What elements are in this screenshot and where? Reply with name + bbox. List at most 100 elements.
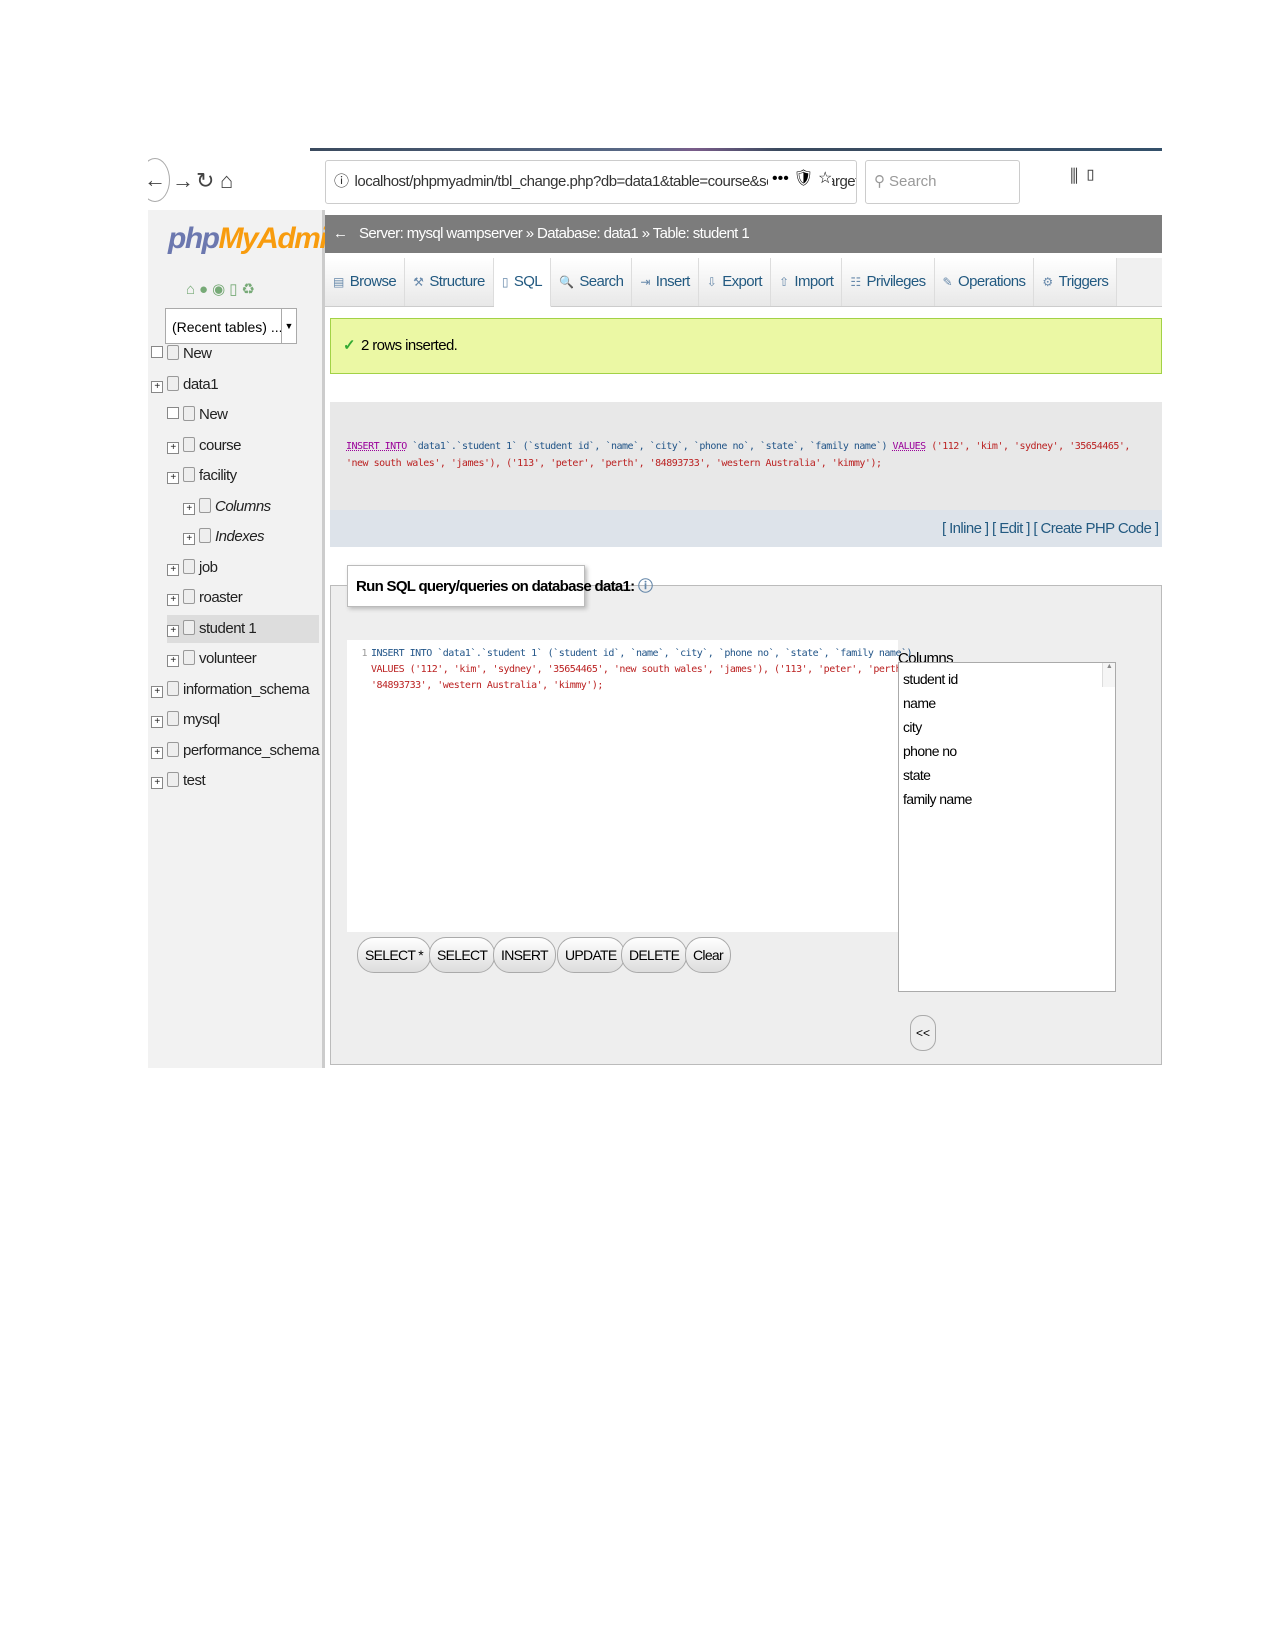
tree-item[interactable]: + course [167,432,319,460]
line-number: 1 [361,648,367,659]
tab-triggers[interactable]: ⚙ Triggers [1034,258,1118,306]
search-placeholder: Search [889,173,937,190]
expand-icon[interactable]: + [183,533,195,545]
expand-icon[interactable]: + [151,746,163,759]
expand-icon[interactable]: + [167,472,179,484]
tree-item[interactable]: New [167,401,319,429]
tree-item[interactable]: + roaster [167,584,319,612]
tab-search[interactable]: 🔍 Search [551,258,633,306]
tab-insert[interactable]: ⇥ Insert [632,258,699,306]
sidebar: phpMyAdmin ⌂●◉▯♻ (Recent tables) ... ▼ Ne… [148,210,344,1068]
help-icon[interactable]: ⓘ [638,578,653,595]
query-button-delete[interactable]: DELETE [621,937,688,973]
back-button[interactable]: ← [148,158,170,202]
search-icon: ⚲ [874,173,885,190]
breadcrumb-database[interactable]: Database: data1 [537,225,639,242]
query-legend: Run SQL query/queries on database data1:… [347,565,653,607]
code-text: INSERT INTO `data1`.`student 1` (`studen… [371,648,913,659]
tree-item[interactable]: + Indexes [183,523,319,551]
tree-item[interactable]: + information_schema [151,676,319,704]
tree-item[interactable]: + facility [167,462,319,490]
sidebar-icons[interactable]: ⌂●◉▯♻ [186,280,259,298]
tree-item[interactable]: + job [167,554,319,582]
query-button-clear[interactable]: Clear [685,937,731,973]
tree-item[interactable]: + volunteer [167,645,319,673]
tab-privileges[interactable]: ☷ Privileges [842,258,935,306]
query-button-select[interactable]: SELECT [429,937,496,973]
tree-item[interactable]: + mysql [151,706,319,734]
tree-item[interactable]: + data1 [151,371,319,399]
tab-sql[interactable]: ▯ SQL [493,258,552,307]
expand-icon[interactable]: + [151,716,163,728]
tab-label: Import [794,273,834,290]
expand-icon[interactable]: + [167,624,179,637]
table-icon [183,589,195,604]
tree-label: data1 [183,375,219,393]
expand-icon[interactable] [167,407,179,419]
tree-label: facility [199,467,237,484]
tab-icon: ▤ [333,275,344,289]
library-icon[interactable]: ⫼ ▯ [1070,166,1098,187]
inline-link[interactable]: Inline [949,520,982,537]
recent-tables-select[interactable]: (Recent tables) ... ▼ [165,308,297,344]
column-option[interactable]: state [903,767,1111,791]
expand-icon[interactable]: + [183,502,195,515]
collapse-columns-button[interactable]: << [910,1015,936,1051]
tab-icon: ☷ [850,275,861,289]
tree-item[interactable]: + performance_schema [151,737,320,765]
tree-label: mysql [183,711,220,728]
tab-label: Search [579,273,624,290]
tab-operations[interactable]: ✎ Operations [934,258,1035,306]
tab-browse[interactable]: ▤ Browse [325,258,406,306]
tab-structure[interactable]: ⚒ Structure [405,258,494,306]
database-icon [167,772,179,787]
success-text: 2 rows inserted. [360,337,458,354]
forward-button[interactable]: → [172,168,194,194]
tree-item[interactable]: + student 1 [167,614,319,643]
column-option[interactable]: name [903,695,1111,719]
code-line: VALUES ('112', 'kim', 'sydney', '3565446… [347,662,913,678]
breadcrumb-server[interactable]: Server: mysql wampserver [359,225,523,242]
database-icon [167,711,179,726]
star-icon[interactable]: ☆ [818,170,832,187]
expand-icon[interactable]: + [167,594,179,606]
tree-item[interactable]: + test [151,767,319,795]
columns-list[interactable]: ▲ student id name city phone no state family n… [898,662,1116,992]
tab-label: Browse [349,273,397,290]
collapse-arrow-icon[interactable]: ← [333,225,348,242]
expand-icon[interactable] [151,346,163,358]
tree-item[interactable]: + Columns [183,493,319,521]
expand-icon[interactable]: + [151,685,163,698]
pocket-icon[interactable]: 🛡 [793,170,813,187]
column-option[interactable]: family name [903,791,1111,815]
home-button[interactable]: ⌂ [220,168,233,194]
phpmyadmin-logo[interactable]: phpMyAdmin [168,222,344,256]
reload-button[interactable]: ↻ [196,168,214,194]
tab-export[interactable]: ⇩ Export [698,258,771,306]
expand-icon[interactable]: + [167,441,179,454]
column-option[interactable]: student id [903,671,1111,695]
edit-link[interactable]: Edit [999,520,1023,537]
tree-label: Columns [215,497,271,515]
expand-icon[interactable]: + [151,777,163,789]
tree-label: job [199,558,218,576]
expand-icon[interactable]: + [151,380,163,393]
sql-editor[interactable]: 1 INSERT INTO `data1`.`student 1` (`stude… [347,640,913,932]
tree-item[interactable]: New [151,340,319,368]
breadcrumb-table[interactable]: Table: student 1 [653,225,750,242]
create-php-link[interactable]: Create PHP Code [1041,520,1152,537]
query-button-insert[interactable]: INSERT [493,937,556,973]
tab-label: Operations [958,273,1026,290]
browser-search-input[interactable]: ⚲ Search [865,160,1020,204]
query-button-select-all[interactable]: SELECT * [357,937,431,973]
scrollbar[interactable]: ▲ [1102,663,1115,687]
tree-label: New [183,345,212,362]
tab-label: Triggers [1058,273,1109,290]
tab-import[interactable]: ⇧ Import [770,258,843,306]
expand-icon[interactable]: + [167,655,179,667]
expand-icon[interactable]: + [167,563,179,576]
column-option[interactable]: phone no [903,743,1111,767]
column-option[interactable]: city [903,719,1111,743]
more-icon[interactable]: ••• [772,170,789,187]
query-button-update[interactable]: UPDATE [557,937,625,973]
